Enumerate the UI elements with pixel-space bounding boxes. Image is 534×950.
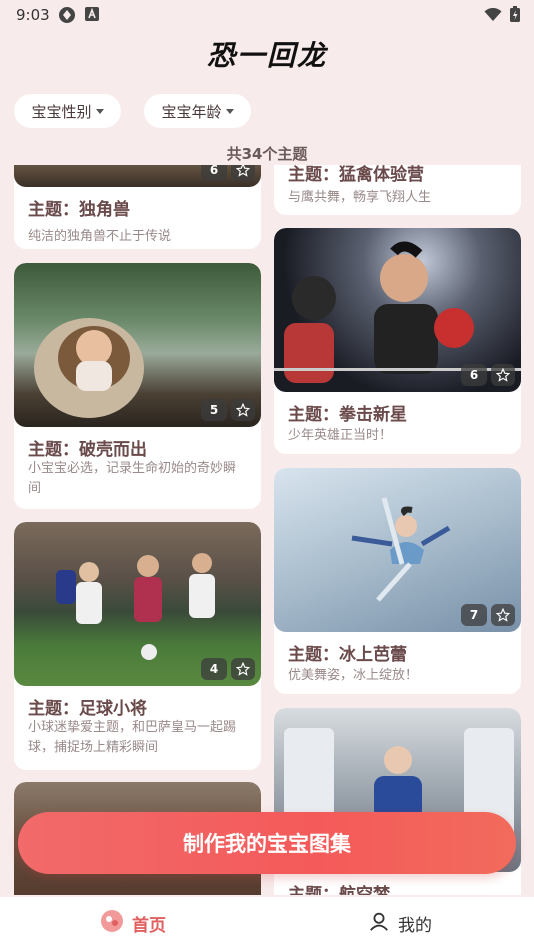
theme-card-title: 主题：冰上芭蕾 — [288, 645, 407, 665]
battery-icon — [510, 6, 520, 26]
theme-card-ice-ballet[interactable]: 7 主题：冰上芭蕾 优美舞姿，冰上绽放！ — [274, 468, 521, 694]
theme-card-title: 主题：独角兽 — [28, 200, 130, 220]
create-album-button[interactable]: 制作我的宝宝图集 — [18, 812, 516, 874]
theme-card-title: 主题：拳击新星 — [288, 405, 407, 425]
gender-filter-dropdown[interactable]: 宝宝性别 — [14, 94, 121, 128]
theme-card-image: 6 — [14, 165, 261, 187]
tab-home-label: 首页 — [132, 916, 166, 936]
home-icon — [100, 909, 124, 938]
star-icon[interactable] — [231, 165, 255, 181]
theme-card-title: 主题：航空梦 — [288, 885, 390, 895]
tab-home[interactable]: 首页 — [100, 897, 166, 950]
age-filter-label: 宝宝年龄 — [161, 102, 222, 121]
status-time: 9:03 — [16, 6, 50, 24]
tab-mine[interactable]: 我的 — [368, 897, 432, 950]
theme-card-image: 4 — [14, 522, 261, 686]
photo-count-badge: 6 — [461, 364, 487, 386]
theme-card-football[interactable]: 4 主题：足球小将 小球迷挚爱主题，和巴萨皇马一起踢球，捕捉场上精彩瞬间 — [14, 522, 261, 770]
star-icon[interactable] — [491, 604, 515, 626]
gender-filter-label: 宝宝性别 — [31, 102, 92, 121]
bottom-tab-bar: 首页 我的 — [0, 897, 534, 950]
caret-down-icon — [95, 108, 104, 114]
star-icon[interactable] — [231, 399, 255, 421]
theme-grid: 6 主题：独角兽 纯洁的独角兽不止于传说 主题：猛禽体验营 与鹰共舞，畅享飞翔人… — [0, 165, 534, 895]
theme-card-image: 6 — [274, 228, 521, 392]
photo-count-badge: 7 — [461, 604, 487, 626]
theme-card-desc: 小宝宝必选，记录生命初始的奇妙瞬间 — [28, 461, 237, 496]
theme-card-boxing[interactable]: 6 主题：拳击新星 少年英雄正当时！ — [274, 228, 521, 454]
star-icon[interactable] — [231, 658, 255, 680]
theme-card-desc: 与鹰共舞，畅享飞翔人生 — [288, 190, 432, 205]
tab-mine-label: 我的 — [398, 916, 432, 936]
theme-card-unicorn[interactable]: 6 主题：独角兽 纯洁的独角兽不止于传说 — [14, 165, 261, 249]
user-icon — [368, 910, 390, 937]
star-icon[interactable] — [491, 364, 515, 386]
wifi-icon — [484, 7, 502, 26]
theme-card-image: 5 — [14, 263, 261, 427]
status-bar: 9:03 — [0, 0, 534, 30]
app-title: 恐一回龙 — [206, 39, 327, 72]
theme-card-desc: 纯洁的独角兽不止于传说 — [28, 229, 172, 244]
theme-card-title: 主题：破壳而出 — [28, 440, 147, 460]
theme-card-hatching[interactable]: 5 主题：破壳而出 小宝宝必选，记录生命初始的奇妙瞬间 — [14, 263, 261, 509]
theme-card-title: 主题：足球小将 — [28, 699, 147, 719]
photo-count-badge: 4 — [201, 658, 227, 680]
theme-card-desc: 优美舞姿，冰上绽放！ — [288, 668, 419, 683]
text-notification-icon — [84, 6, 100, 26]
caret-down-icon — [225, 108, 234, 114]
theme-count: 共34个主题 — [226, 145, 308, 163]
theme-card-raptor[interactable]: 主题：猛禽体验营 与鹰共舞，畅享飞翔人生 — [274, 165, 521, 215]
theme-card-desc: 小球迷挚爱主题，和巴萨皇马一起踢球，捕捉场上精彩瞬间 — [28, 720, 237, 755]
theme-card-title: 主题：猛禽体验营 — [288, 165, 424, 185]
theme-card-image: 7 — [274, 468, 521, 632]
theme-card-desc: 少年英雄正当时！ — [288, 428, 393, 443]
age-filter-dropdown[interactable]: 宝宝年龄 — [144, 94, 251, 128]
photo-count-badge: 5 — [201, 399, 227, 421]
photo-count-badge: 6 — [201, 165, 227, 181]
app-notification-icon — [58, 6, 76, 28]
